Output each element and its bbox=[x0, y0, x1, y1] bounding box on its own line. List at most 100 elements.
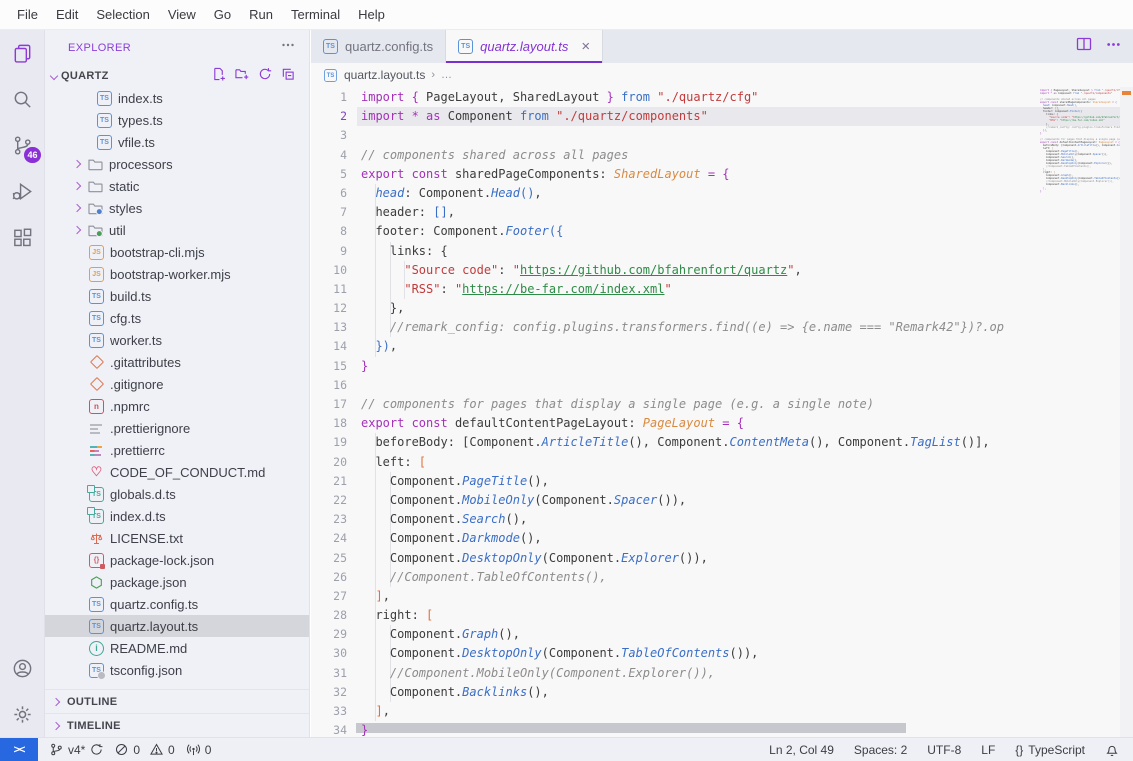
section-outline[interactable]: OUTLINE bbox=[45, 689, 309, 713]
code-line[interactable]: 15} bbox=[311, 357, 1040, 376]
code-line[interactable]: 30 Component.DesktopOnly(Component.Table… bbox=[311, 644, 1040, 663]
code-line[interactable]: 18export const defaultContentPageLayout:… bbox=[311, 414, 1040, 433]
tree-item-globals-d-ts[interactable]: globals.d.ts bbox=[45, 483, 309, 505]
tree-item--gitattributes[interactable]: .gitattributes bbox=[45, 351, 309, 373]
notifications-bell-icon[interactable] bbox=[1105, 743, 1119, 757]
code-line[interactable]: 12 }, bbox=[311, 299, 1040, 318]
tree-item-bootstrap-worker-mjs[interactable]: bootstrap-worker.mjs bbox=[45, 263, 309, 285]
tree-item-processors[interactable]: processors bbox=[45, 153, 309, 175]
eol-status[interactable]: LF bbox=[981, 743, 995, 757]
menu-terminal[interactable]: Terminal bbox=[282, 0, 349, 30]
menu-view[interactable]: View bbox=[159, 0, 205, 30]
new-folder-icon[interactable] bbox=[235, 67, 249, 86]
code-line[interactable]: 22 Component.MobileOnly(Component.Spacer… bbox=[311, 491, 1040, 510]
tree-item-code-of-conduct-md[interactable]: CODE_OF_CONDUCT.md bbox=[45, 461, 309, 483]
menu-run[interactable]: Run bbox=[240, 0, 282, 30]
tree-item-util[interactable]: util bbox=[45, 219, 309, 241]
cursor-position[interactable]: Ln 2, Col 49 bbox=[769, 743, 834, 757]
horizontal-scrollbar[interactable] bbox=[356, 723, 906, 733]
activity-extensions-icon[interactable] bbox=[0, 214, 45, 260]
tree-item-cfg-ts[interactable]: cfg.ts bbox=[45, 307, 309, 329]
close-tab-icon[interactable]: × bbox=[581, 39, 590, 54]
code-line[interactable]: 9 links: { bbox=[311, 242, 1040, 261]
tree-item-types-ts[interactable]: types.ts bbox=[45, 109, 309, 131]
activity-search-icon[interactable] bbox=[0, 76, 45, 122]
ports-status[interactable]: 0 bbox=[187, 743, 212, 757]
code-line[interactable]: 23 Component.Search(), bbox=[311, 510, 1040, 529]
code-line[interactable]: 33 ], bbox=[311, 702, 1040, 721]
code-line[interactable]: 28 right: [ bbox=[311, 606, 1040, 625]
code-line[interactable]: 1import { PageLayout, SharedLayout } fro… bbox=[311, 88, 1040, 107]
new-file-icon[interactable] bbox=[212, 67, 226, 86]
tree-item-quartz-layout-ts[interactable]: quartz.layout.ts bbox=[45, 615, 309, 637]
tree-item-quartz-config-ts[interactable]: quartz.config.ts bbox=[45, 593, 309, 615]
code-line[interactable]: 16 bbox=[311, 376, 1040, 395]
code-line[interactable]: 10 "Source code": "https://github.com/bf… bbox=[311, 261, 1040, 280]
settings-gear-icon[interactable] bbox=[0, 691, 45, 737]
tree-item-worker-ts[interactable]: worker.ts bbox=[45, 329, 309, 351]
sync-icon[interactable] bbox=[90, 743, 103, 756]
code-editor[interactable]: 1import { PageLayout, SharedLayout } fro… bbox=[311, 87, 1133, 737]
code-line[interactable]: 11 "RSS": "https://be-far.com/index.xml" bbox=[311, 280, 1040, 299]
language-mode[interactable]: {} TypeScript bbox=[1015, 743, 1085, 757]
code-line[interactable]: 19 beforeBody: [Component.ArticleTitle()… bbox=[311, 433, 1040, 452]
code-line[interactable]: 24 Component.Darkmode(), bbox=[311, 529, 1040, 548]
tree-item-tsconfig-json[interactable]: tsconfig.json bbox=[45, 659, 309, 681]
section-timeline[interactable]: TIMELINE bbox=[45, 713, 309, 737]
code-line[interactable]: 17// components for pages that display a… bbox=[311, 395, 1040, 414]
breadcrumb-symbol[interactable]: … bbox=[441, 69, 452, 81]
code-line[interactable]: 5export const sharedPageComponents: Shar… bbox=[311, 165, 1040, 184]
tree-item-package-json[interactable]: package.json bbox=[45, 571, 309, 593]
tree-item-package-lock-json[interactable]: package-lock.json bbox=[45, 549, 309, 571]
code-line[interactable]: 32 Component.Backlinks(), bbox=[311, 683, 1040, 702]
tree-item-index-d-ts[interactable]: index.d.ts bbox=[45, 505, 309, 527]
code-line[interactable]: 29 Component.Graph(), bbox=[311, 625, 1040, 644]
git-branch-status[interactable]: v4* bbox=[50, 743, 103, 757]
collapse-folders-icon[interactable] bbox=[281, 67, 295, 86]
tree-item-license-txt[interactable]: LICENSE.txt bbox=[45, 527, 309, 549]
menu-selection[interactable]: Selection bbox=[87, 0, 158, 30]
remote-indicator[interactable]: >< bbox=[0, 738, 38, 761]
code-line[interactable]: 26 //Component.TableOfContents(), bbox=[311, 568, 1040, 587]
code-line[interactable]: 4// components shared across all pages bbox=[311, 146, 1040, 165]
split-editor-icon[interactable] bbox=[1076, 36, 1092, 57]
tab-quartz-config-ts[interactable]: quartz.config.ts bbox=[311, 30, 446, 63]
activity-source-control-icon[interactable]: 46 bbox=[0, 122, 45, 168]
code-line[interactable]: 20 left: [ bbox=[311, 453, 1040, 472]
minimap[interactable]: import { PageLayout, SharedLayout } from… bbox=[1040, 89, 1120, 737]
tree-item-build-ts[interactable]: build.ts bbox=[45, 285, 309, 307]
code-line[interactable]: 25 Component.DesktopOnly(Component.Explo… bbox=[311, 549, 1040, 568]
code-line[interactable]: 27 ], bbox=[311, 587, 1040, 606]
activity-run-debug-icon[interactable] bbox=[0, 168, 45, 214]
breadcrumb[interactable]: quartz.layout.ts › … bbox=[311, 63, 1133, 87]
tree-item-static[interactable]: static bbox=[45, 175, 309, 197]
code-line[interactable]: 13 //remark_config: config.plugins.trans… bbox=[311, 318, 1040, 337]
section-header-quartz[interactable]: QUARTZ bbox=[45, 65, 309, 87]
code-line[interactable]: 3 bbox=[311, 126, 1040, 145]
tab-quartz-layout-ts[interactable]: quartz.layout.ts × bbox=[446, 30, 603, 63]
menu-file[interactable]: File bbox=[8, 0, 47, 30]
tree-item--prettierignore[interactable]: .prettierignore bbox=[45, 417, 309, 439]
views-more-actions-icon[interactable] bbox=[281, 38, 295, 57]
tree-item--npmrc[interactable]: .npmrc bbox=[45, 395, 309, 417]
problems-status[interactable]: 0 0 bbox=[115, 743, 174, 757]
code-line[interactable]: 14 }), bbox=[311, 337, 1040, 356]
refresh-explorer-icon[interactable] bbox=[258, 67, 272, 86]
tree-item--gitignore[interactable]: .gitignore bbox=[45, 373, 309, 395]
indentation-status[interactable]: Spaces: 2 bbox=[854, 743, 907, 757]
tree-item-vfile-ts[interactable]: vfile.ts bbox=[45, 131, 309, 153]
code-line[interactable]: 6 head: Component.Head(), bbox=[311, 184, 1040, 203]
tree-item-readme-md[interactable]: README.md bbox=[45, 637, 309, 659]
tree-item-bootstrap-cli-mjs[interactable]: bootstrap-cli.mjs bbox=[45, 241, 309, 263]
overview-ruler[interactable] bbox=[1120, 87, 1133, 737]
encoding-status[interactable]: UTF-8 bbox=[927, 743, 961, 757]
menu-go[interactable]: Go bbox=[205, 0, 240, 30]
breadcrumb-file[interactable]: quartz.layout.ts bbox=[344, 68, 425, 82]
activity-explorer-icon[interactable] bbox=[0, 30, 45, 76]
accounts-icon[interactable] bbox=[0, 645, 45, 691]
tree-item-index-ts[interactable]: index.ts bbox=[45, 87, 309, 109]
tree-item--prettierrc[interactable]: .prettierrc bbox=[45, 439, 309, 461]
code-line[interactable]: 8 footer: Component.Footer({ bbox=[311, 222, 1040, 241]
code-line[interactable]: 2import * as Component from "./quartz/co… bbox=[311, 107, 1040, 126]
code-line[interactable]: 7 header: [], bbox=[311, 203, 1040, 222]
